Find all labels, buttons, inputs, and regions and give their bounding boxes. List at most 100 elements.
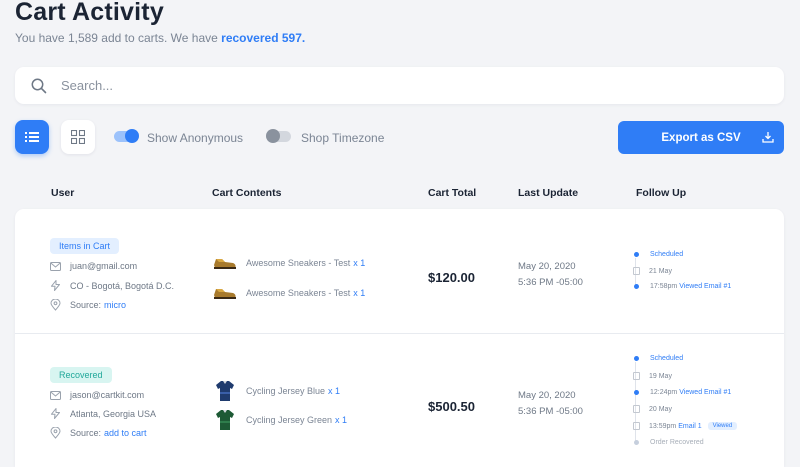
shop-timezone-label: Shop Timezone bbox=[301, 131, 385, 145]
followup-time: 12:24pm bbox=[650, 389, 678, 396]
list-icon bbox=[25, 132, 39, 142]
page-subtitle: You have 1,589 add to carts. We have rec… bbox=[15, 31, 305, 45]
search-icon bbox=[31, 78, 47, 93]
mail-icon bbox=[50, 390, 61, 400]
jersey-green-icon bbox=[213, 409, 237, 431]
followup-step: Order Recovered bbox=[633, 439, 704, 446]
column-header-cart-total[interactable]: Cart Total bbox=[428, 187, 476, 199]
cart-total: $500.50 bbox=[428, 399, 475, 414]
followup-step: 13:59pm Email 1 Viewed bbox=[633, 422, 738, 430]
cart-product[interactable]: Cycling Jersey Blue x 1 bbox=[213, 380, 340, 402]
user-source: Source: add to cart bbox=[50, 427, 147, 439]
shop-timezone-toggle[interactable] bbox=[266, 129, 291, 143]
timeline-dot bbox=[634, 284, 639, 289]
status-badge: Items in Cart bbox=[50, 238, 120, 254]
followup-step: 17:58pm Viewed Email #1 bbox=[633, 283, 731, 290]
followup-final: Order Recovered bbox=[650, 439, 704, 446]
followup-status: Scheduled bbox=[650, 251, 684, 258]
user-location: CO - Bogotá, Bogotá D.C. bbox=[50, 280, 174, 291]
followup-step: Scheduled bbox=[633, 355, 683, 362]
jersey-blue-icon bbox=[213, 380, 237, 402]
followup-step: 19 May bbox=[633, 372, 672, 380]
cart-product[interactable]: Cycling Jersey Green x 1 bbox=[213, 409, 347, 431]
followup-action[interactable]: Viewed Email #1 bbox=[679, 389, 731, 396]
source-link[interactable]: add to cart bbox=[104, 428, 147, 438]
recovered-link[interactable]: recovered 597. bbox=[221, 31, 305, 45]
export-csv-label: Export as CSV bbox=[661, 131, 741, 144]
document-icon bbox=[633, 372, 640, 380]
followup-date: 19 May bbox=[649, 372, 672, 380]
lightning-icon bbox=[51, 280, 60, 291]
map-pin-icon bbox=[50, 299, 61, 311]
document-icon bbox=[633, 422, 640, 430]
last-update-date: May 20, 2020 bbox=[518, 261, 576, 272]
user-email: juan@gmail.com bbox=[50, 261, 137, 271]
search-input[interactable] bbox=[61, 78, 711, 93]
list-view-button[interactable] bbox=[15, 120, 49, 154]
source-label: Source: bbox=[70, 300, 102, 310]
followup-action[interactable]: Viewed Email #1 bbox=[679, 283, 731, 290]
location-text: CO - Bogotá, Bogotá D.C. bbox=[70, 280, 175, 291]
show-anonymous-label: Show Anonymous bbox=[147, 131, 244, 145]
followup-time: 13:59pm bbox=[649, 422, 677, 430]
user-source: Source: micro bbox=[50, 299, 126, 311]
toggle-knob bbox=[266, 129, 280, 143]
last-update-time: 5:36 PM -05:00 bbox=[518, 277, 583, 288]
followup-step: 20 May bbox=[633, 405, 672, 413]
followup-date: 20 May bbox=[649, 405, 672, 413]
product-qty: x 1 bbox=[353, 288, 366, 298]
column-header-follow-up[interactable]: Follow Up bbox=[636, 187, 686, 199]
followup-time: 17:58pm bbox=[650, 283, 678, 290]
search-bar[interactable] bbox=[15, 67, 784, 104]
followup-date: 21 May bbox=[649, 267, 672, 275]
product-name: Awesome Sneakers - Test bbox=[246, 288, 351, 298]
user-location: Atlanta, Georgia USA bbox=[50, 408, 156, 419]
subtitle-text: You have 1,589 add to carts. We have bbox=[15, 31, 218, 45]
cart-total: $120.00 bbox=[428, 270, 475, 285]
download-icon bbox=[762, 132, 774, 143]
show-anonymous-toggle[interactable] bbox=[114, 129, 139, 143]
product-name: Cycling Jersey Green bbox=[246, 415, 333, 425]
email-text: juan@gmail.com bbox=[70, 261, 138, 271]
last-update-time: 5:36 PM -05:00 bbox=[518, 406, 583, 417]
timeline-dot bbox=[634, 390, 639, 395]
mail-icon bbox=[50, 261, 61, 271]
document-icon bbox=[633, 405, 640, 413]
export-csv-button[interactable]: Export as CSV bbox=[618, 121, 784, 154]
cart-activity-table: Items in Cart juan@gmail.com CO - Bogotá… bbox=[15, 209, 784, 467]
last-update-date: May 20, 2020 bbox=[518, 390, 576, 401]
lightning-icon bbox=[51, 408, 60, 419]
row-divider bbox=[15, 333, 784, 334]
followup-step: 12:24pm Viewed Email #1 bbox=[633, 389, 731, 396]
cart-product[interactable]: Awesome Sneakers - Test x 1 bbox=[213, 252, 365, 274]
grid-icon bbox=[71, 130, 85, 144]
column-header-last-update[interactable]: Last Update bbox=[518, 187, 578, 199]
cart-product[interactable]: Awesome Sneakers - Test x 1 bbox=[213, 282, 365, 304]
user-email: jason@cartkit.com bbox=[50, 390, 144, 400]
grid-view-button[interactable] bbox=[61, 120, 95, 154]
sneaker-icon bbox=[213, 282, 237, 304]
timeline-dot bbox=[634, 356, 639, 361]
page-title: Cart Activity bbox=[15, 0, 164, 26]
followup-action[interactable]: Email 1 bbox=[678, 423, 701, 430]
source-link[interactable]: micro bbox=[104, 300, 126, 310]
map-pin-icon bbox=[50, 427, 61, 439]
timeline-dot bbox=[634, 440, 639, 445]
column-header-cart-contents[interactable]: Cart Contents bbox=[212, 187, 281, 199]
product-name: Cycling Jersey Blue bbox=[246, 386, 326, 396]
source-label: Source: bbox=[70, 428, 102, 438]
toggle-knob bbox=[125, 129, 139, 143]
followup-step: Scheduled bbox=[633, 251, 683, 258]
timeline-dot bbox=[634, 252, 639, 257]
product-qty: x 1 bbox=[353, 258, 366, 268]
followup-step: 21 May bbox=[633, 267, 672, 275]
location-text: Atlanta, Georgia USA bbox=[70, 408, 157, 419]
product-qty: x 1 bbox=[335, 415, 348, 425]
status-badge: Recovered bbox=[50, 367, 112, 383]
viewed-badge: Viewed bbox=[707, 422, 738, 430]
product-name: Awesome Sneakers - Test bbox=[246, 258, 351, 268]
followup-status: Scheduled bbox=[650, 355, 684, 362]
product-qty: x 1 bbox=[328, 386, 341, 396]
document-icon bbox=[633, 267, 640, 275]
column-header-user[interactable]: User bbox=[51, 187, 74, 199]
